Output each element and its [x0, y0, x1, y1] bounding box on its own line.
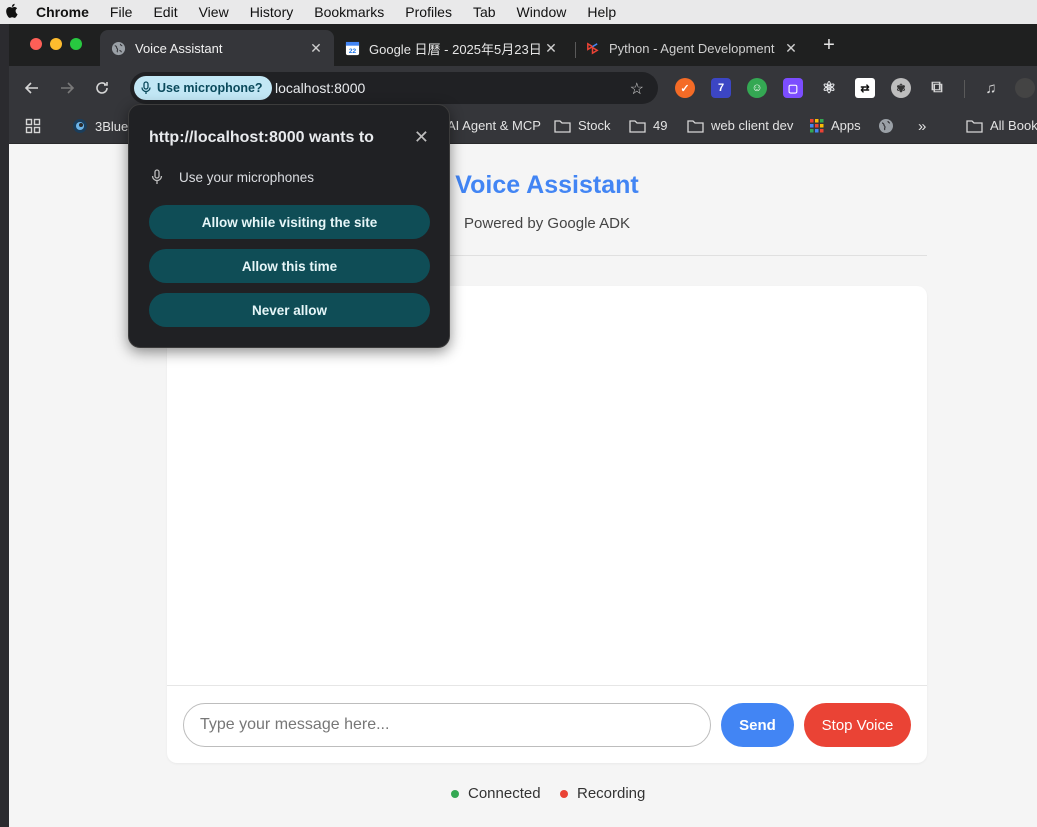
- extension-4-icon[interactable]: ▢: [783, 78, 803, 98]
- status-recording: Recording: [560, 785, 645, 802]
- popup-title: http://localhost:8000 wants to: [149, 129, 374, 146]
- microphone-permission-chip[interactable]: Use microphone?: [134, 76, 272, 100]
- avatar-icon: [72, 118, 88, 134]
- extension-1-icon[interactable]: ✓: [675, 78, 695, 98]
- profile-avatar-icon[interactable]: [1015, 78, 1035, 98]
- chip-label: Use microphone?: [157, 81, 263, 95]
- forward-button[interactable]: [56, 77, 78, 99]
- allow-this-time-button[interactable]: Allow this time: [149, 249, 430, 283]
- microphone-icon: [140, 81, 152, 95]
- bookmark-apps[interactable]: Apps: [810, 118, 861, 133]
- menu-window[interactable]: Window: [517, 4, 567, 20]
- more-bookmarks-chevron-icon[interactable]: »: [918, 118, 926, 135]
- menu-file[interactable]: File: [110, 4, 133, 20]
- status-connected: Connected: [451, 785, 541, 802]
- allow-while-visiting-button[interactable]: Allow while visiting the site: [149, 205, 430, 239]
- permission-row: Use your microphones: [151, 169, 314, 185]
- chat-container: Send Stop Voice: [167, 286, 927, 763]
- apple-icon[interactable]: [0, 3, 22, 21]
- toolbar-separator: [964, 80, 965, 98]
- bookmark-3blue[interactable]: 3Blue: [72, 118, 128, 134]
- bookmark-folder-stock[interactable]: Stock: [554, 118, 611, 133]
- tab-label: Python - Agent Development: [609, 40, 775, 56]
- menu-app-chrome[interactable]: Chrome: [36, 4, 89, 20]
- tab-bar: Voice Assistant ✕ 22 Google 日曆 - 2025年5月…: [9, 24, 1037, 66]
- input-row: Send Stop Voice: [167, 685, 927, 763]
- apps-grid-icon: [810, 118, 824, 133]
- media-control-icon[interactable]: ♫: [981, 78, 1001, 98]
- menu-edit[interactable]: Edit: [153, 4, 177, 20]
- bookmark-folder-49[interactable]: 49: [629, 118, 667, 133]
- bookmark-star-icon[interactable]: ☆: [630, 79, 644, 99]
- menu-history[interactable]: History: [250, 4, 294, 20]
- tab-label: Voice Assistant: [135, 40, 223, 56]
- tab-label: Google 日曆 - 2025年5月23日: [369, 41, 541, 57]
- zoom-window-button[interactable]: [70, 38, 82, 50]
- tab-python-adk[interactable]: Python - Agent Development ✕: [574, 30, 809, 66]
- desktop-background: [0, 24, 9, 827]
- connected-dot-icon: [451, 789, 459, 798]
- extension-2-icon[interactable]: 7: [711, 78, 731, 98]
- folder-icon: [687, 119, 704, 133]
- back-button[interactable]: [21, 77, 43, 99]
- url-text: localhost:8000: [275, 80, 366, 96]
- close-tab-icon[interactable]: ✕: [781, 40, 801, 57]
- address-bar[interactable]: Use microphone? localhost:8000 ☆: [130, 72, 658, 104]
- microphone-icon: [151, 169, 167, 185]
- folder-icon: [554, 119, 571, 133]
- send-button[interactable]: Send: [721, 703, 794, 747]
- new-tab-button[interactable]: +: [819, 35, 839, 56]
- bookmark-folder-all-bookmarks[interactable]: All Book: [966, 118, 1037, 133]
- close-tab-icon[interactable]: ✕: [541, 40, 561, 57]
- tab-voice-assistant[interactable]: Voice Assistant ✕: [100, 30, 334, 66]
- tab-google-calendar[interactable]: 22 Google 日曆 - 2025年5月23日 ✕: [334, 30, 569, 66]
- menu-profiles[interactable]: Profiles: [405, 4, 452, 20]
- bookmark-folder-web-client-dev[interactable]: web client dev: [687, 118, 793, 133]
- menu-bookmarks[interactable]: Bookmarks: [314, 4, 384, 20]
- extension-7-icon[interactable]: ✾: [891, 78, 911, 98]
- extension-6-icon[interactable]: ⇄: [855, 78, 875, 98]
- reload-button[interactable]: [91, 77, 113, 99]
- menu-help[interactable]: Help: [587, 4, 616, 20]
- macos-menubar: Chrome File Edit View History Bookmarks …: [0, 0, 1037, 24]
- apps-grid-icon[interactable]: [25, 118, 41, 134]
- stop-voice-button[interactable]: Stop Voice: [804, 703, 911, 747]
- menu-tab[interactable]: Tab: [473, 4, 496, 20]
- adk-icon: [584, 40, 600, 56]
- minimize-window-button[interactable]: [50, 38, 62, 50]
- bookmark-ai-agent-mcp[interactable]: AI Agent & MCP: [447, 118, 541, 133]
- folder-icon: [966, 119, 983, 133]
- recording-dot-icon: [560, 789, 568, 798]
- extension-3-icon[interactable]: ☺: [747, 78, 767, 98]
- globe-icon[interactable]: [878, 118, 894, 134]
- globe-icon: [110, 40, 126, 56]
- svg-text:22: 22: [348, 48, 356, 55]
- message-input[interactable]: [183, 703, 711, 747]
- permission-label: Use your microphones: [179, 169, 315, 185]
- calendar-icon: 22: [344, 40, 360, 56]
- extension-5-icon[interactable]: ⚛: [819, 78, 839, 98]
- folder-icon: [629, 119, 646, 133]
- close-icon[interactable]: ✕: [414, 127, 429, 148]
- extensions-puzzle-icon[interactable]: ⧉: [927, 78, 947, 98]
- microphone-permission-popup: http://localhost:8000 wants to ✕ Use you…: [128, 104, 450, 348]
- menu-view[interactable]: View: [199, 4, 229, 20]
- close-window-button[interactable]: [30, 38, 42, 50]
- never-allow-button[interactable]: Never allow: [149, 293, 430, 327]
- close-tab-icon[interactable]: ✕: [306, 40, 326, 57]
